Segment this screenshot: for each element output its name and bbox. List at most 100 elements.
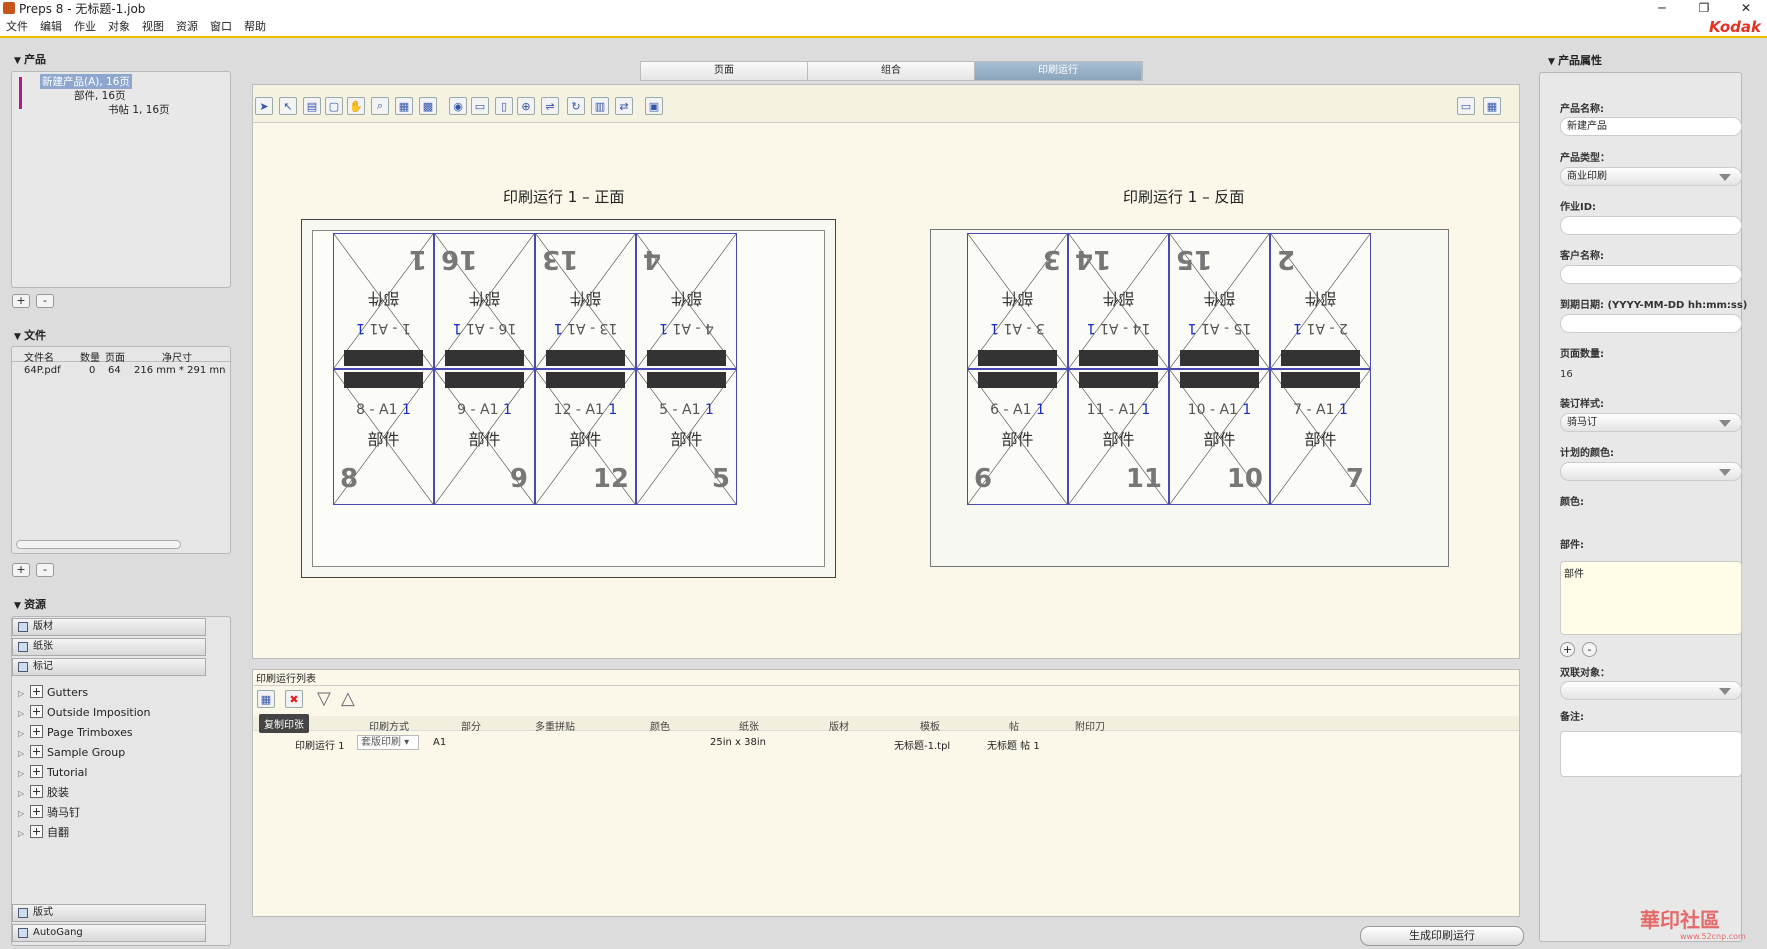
col-size[interactable]: 净尺寸	[162, 349, 192, 364]
col-plate[interactable]: 版材	[829, 718, 849, 733]
col-qty[interactable]: 数量	[80, 349, 100, 364]
col-color[interactable]: 颜色	[650, 718, 670, 733]
run-method-select[interactable]: 套版印刷 ▾	[357, 735, 419, 750]
grid-icon[interactable]: ▦	[395, 97, 413, 115]
page-cell[interactable]: 7 部件 7 - A1 1	[1270, 369, 1371, 505]
page-cell[interactable]: 15 部件 15 - A1 1	[1169, 233, 1270, 369]
move-down-icon[interactable]: ▽	[317, 688, 331, 709]
page-cell[interactable]: 6 部件 6 - A1 1	[967, 369, 1068, 505]
layout-icon[interactable]: ▥	[591, 97, 609, 115]
resource-item-perfect-bound[interactable]: ▷ 胶装	[18, 785, 69, 801]
select-arrow-icon[interactable]: ➤	[255, 97, 273, 115]
minimize-button[interactable]: ─	[1641, 0, 1683, 16]
col-signature[interactable]: 帖	[1009, 718, 1019, 733]
menu-file[interactable]: 文件	[0, 18, 34, 34]
restore-button[interactable]: ❐	[1683, 0, 1725, 16]
tab-press-run[interactable]: 印刷运行	[975, 62, 1142, 80]
crosshair-icon[interactable]: ⊕	[517, 97, 535, 115]
add-file-button[interactable]: +	[12, 563, 30, 577]
col-multi-ups[interactable]: 多重拼贴	[535, 718, 575, 733]
col-pages[interactable]: 页面	[105, 349, 125, 364]
page-size-icon[interactable]: ▯	[495, 97, 513, 115]
duplicate-sheet-icon[interactable]: ▦	[257, 690, 275, 708]
resource-item-sample-group[interactable]: ▷ Sample Group	[18, 745, 125, 761]
col-filename[interactable]: 文件名	[24, 349, 54, 364]
menu-window[interactable]: 窗口	[204, 18, 238, 34]
close-button[interactable]: ✕	[1725, 0, 1767, 16]
ruler-icon[interactable]: ▭	[471, 97, 489, 115]
menu-job[interactable]: 作业	[68, 18, 102, 34]
menu-help[interactable]: 帮助	[238, 18, 272, 34]
resource-group-autogang[interactable]: AutoGang	[12, 924, 206, 942]
grid-view-icon[interactable]: ▦	[1483, 97, 1501, 115]
page-cell[interactable]: 14 部件 14 - A1 1	[1068, 233, 1169, 369]
eye-icon[interactable]: ◉	[449, 97, 467, 115]
job-id-input[interactable]	[1560, 216, 1742, 235]
resource-item-gutters[interactable]: ▷ Gutters	[18, 685, 88, 701]
resources-panel-title[interactable]: 资源	[14, 596, 46, 612]
remove-product-button[interactable]: -	[36, 294, 54, 308]
page-cell[interactable]: 5 部件 5 - A1 1	[636, 369, 737, 505]
delete-run-icon[interactable]: ✖	[285, 690, 303, 708]
tree-node-part[interactable]: 部件, 16页	[74, 88, 126, 103]
swap-icon[interactable]: ⇄	[615, 97, 633, 115]
notes-textarea[interactable]	[1560, 731, 1742, 777]
page-cell[interactable]: 16 部件 16 - A1 1	[434, 233, 535, 369]
customer-name-input[interactable]	[1560, 265, 1742, 284]
tab-combine[interactable]: 组合	[808, 62, 975, 80]
resource-group-paper[interactable]: 纸张	[12, 638, 206, 656]
menu-view[interactable]: 视图	[136, 18, 170, 34]
product-name-input[interactable]: 新建产品	[1560, 117, 1742, 136]
resource-item-outside-imposition[interactable]: ▷ Outside Imposition	[18, 705, 151, 721]
planned-colors-select[interactable]	[1560, 462, 1742, 481]
resource-item-tutorial[interactable]: ▷ Tutorial	[18, 765, 87, 781]
align-icon[interactable]: ⇌	[541, 97, 559, 115]
files-panel-title[interactable]: 文件	[14, 327, 46, 343]
resource-group-plates[interactable]: 版材	[12, 618, 206, 636]
page-cell[interactable]: 8 部件 8 - A1 1	[333, 369, 434, 505]
add-product-button[interactable]: +	[12, 294, 30, 308]
resource-item-work-and-turn[interactable]: ▷ 自翻	[18, 825, 69, 841]
due-date-input[interactable]	[1560, 314, 1742, 333]
resource-group-templates[interactable]: 版式	[12, 904, 206, 922]
monitor-icon[interactable]: ▣	[645, 97, 663, 115]
add-part-button[interactable]: +	[1560, 642, 1575, 657]
parts-list[interactable]: 部件	[1560, 561, 1742, 635]
resource-item-saddle-stitch[interactable]: ▷ 骑马钉	[18, 805, 80, 821]
page-icon[interactable]: ▤	[303, 97, 321, 115]
tree-node-product[interactable]: 新建产品(A), 16页	[40, 74, 132, 89]
page-cell[interactable]: 11 部件 11 - A1 1	[1068, 369, 1169, 505]
file-row[interactable]: 64P.pdf 0 64 216 mm * 291 mn	[12, 364, 230, 378]
properties-panel-title[interactable]: 产品属性	[1548, 52, 1602, 68]
page-cell[interactable]: 9 部件 9 - A1 1	[434, 369, 535, 505]
remove-part-button[interactable]: -	[1582, 642, 1597, 657]
tab-pages[interactable]: 页面	[641, 62, 808, 80]
page-cell[interactable]: 12 部件 12 - A1 1	[535, 369, 636, 505]
layout-canvas[interactable]: ➤ ↖ ▤ ▢ ✋ ⌕ ▦ ▩ ◉ ▭ ▯ ⊕ ⇌ ↻ ▥ ⇄ ▣ ▭ ▦ 印刷运行 1 – 正面 印刷运行 1 –…	[252, 84, 1520, 659]
product-panel-title[interactable]: 产品	[14, 51, 46, 67]
page-frame-icon[interactable]: ▢	[325, 97, 343, 115]
col-template[interactable]: 模板	[920, 718, 940, 733]
page-cell[interactable]: 4 部件 4 - A1 1	[636, 233, 737, 369]
page-cell[interactable]: 10 部件 10 - A1 1	[1169, 369, 1270, 505]
col-print-method[interactable]: 印刷方式	[369, 718, 409, 733]
move-up-icon[interactable]: △	[341, 688, 355, 709]
col-paper[interactable]: 纸张	[739, 718, 759, 733]
menu-edit[interactable]: 编辑	[34, 18, 68, 34]
page-cell[interactable]: 13 部件 13 - A1 1	[535, 233, 636, 369]
product-type-select[interactable]: 商业印刷	[1560, 167, 1742, 186]
hand-icon[interactable]: ✋	[347, 97, 365, 115]
zoom-icon[interactable]: ⌕	[371, 97, 389, 115]
color-icon[interactable]: ▩	[419, 97, 437, 115]
direct-select-icon[interactable]: ↖	[279, 97, 297, 115]
page-cell[interactable]: 2 部件 2 - A1 1	[1270, 233, 1371, 369]
tree-node-signature[interactable]: 书帖 1, 16页	[108, 102, 170, 117]
menu-resources[interactable]: 资源	[170, 18, 204, 34]
linked-objects-select[interactable]	[1560, 681, 1742, 700]
remove-file-button[interactable]: -	[36, 563, 54, 577]
menu-object[interactable]: 对象	[102, 18, 136, 34]
col-part[interactable]: 部分	[461, 718, 481, 733]
generate-press-run-button[interactable]: 生成印刷运行	[1360, 926, 1524, 946]
files-scrollbar[interactable]	[16, 540, 181, 549]
resource-item-page-trimboxes[interactable]: ▷ Page Trimboxes	[18, 725, 133, 741]
